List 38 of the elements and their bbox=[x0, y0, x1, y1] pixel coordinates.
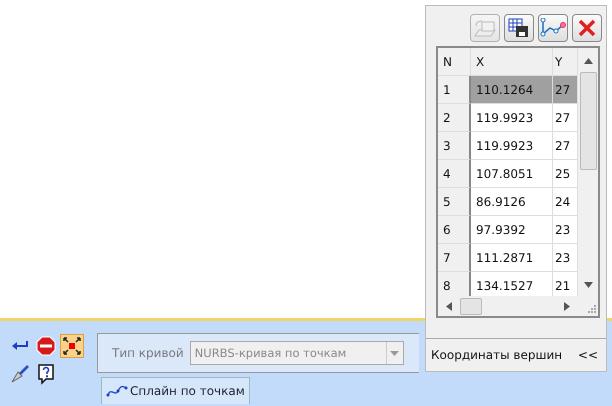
horizontal-scrollbar[interactable] bbox=[438, 296, 578, 316]
table-cell: 110.1264 bbox=[471, 76, 553, 104]
spline-icon bbox=[106, 385, 128, 397]
row-number: 5 bbox=[438, 188, 471, 216]
table-cell: 119.9923 bbox=[471, 132, 553, 160]
stop-sign-icon[interactable] bbox=[34, 334, 58, 358]
panel-title: Координаты вершин bbox=[431, 348, 562, 362]
row-number: 7 bbox=[438, 244, 471, 272]
close-icon[interactable] bbox=[572, 14, 602, 42]
scroll-down-icon[interactable] bbox=[584, 282, 593, 288]
column-header[interactable]: X bbox=[471, 48, 553, 76]
scroll-left-icon[interactable] bbox=[446, 302, 452, 310]
table-cell: 97.9392 bbox=[471, 216, 553, 244]
frame-corners-icon[interactable] bbox=[60, 334, 84, 358]
collapse-button[interactable]: << bbox=[578, 348, 598, 362]
scroll-right-icon[interactable] bbox=[564, 302, 570, 310]
table-cell: 27 bbox=[553, 76, 578, 104]
tab[interactable]: Сплайн по точкам bbox=[101, 377, 250, 404]
row-number: 4 bbox=[438, 160, 471, 188]
curve-type-label: Тип кривой bbox=[112, 346, 184, 360]
column-header[interactable]: N bbox=[438, 48, 471, 76]
row-number: 1 bbox=[438, 76, 471, 104]
scroll-up-icon[interactable] bbox=[584, 58, 593, 64]
scroll-thumb[interactable] bbox=[580, 72, 597, 170]
column-header[interactable]: Y bbox=[553, 48, 578, 76]
row-number: 2 bbox=[438, 104, 471, 132]
table-cell: 119.9923 bbox=[471, 104, 553, 132]
table-save-icon[interactable] bbox=[504, 14, 534, 42]
table-cell: 86.9126 bbox=[471, 188, 553, 216]
scroll-thumb[interactable] bbox=[460, 298, 482, 314]
row-number: 8 bbox=[438, 272, 471, 296]
resize-grip-icon[interactable] bbox=[588, 305, 596, 313]
vertical-scrollbar[interactable] bbox=[578, 48, 598, 296]
row-number: 6 bbox=[438, 216, 471, 244]
polyline-icon[interactable] bbox=[538, 14, 568, 42]
table-cell: 107.8051 bbox=[471, 160, 553, 188]
row-number: 3 bbox=[438, 132, 471, 160]
table-cell: 111.2871 bbox=[471, 244, 553, 272]
